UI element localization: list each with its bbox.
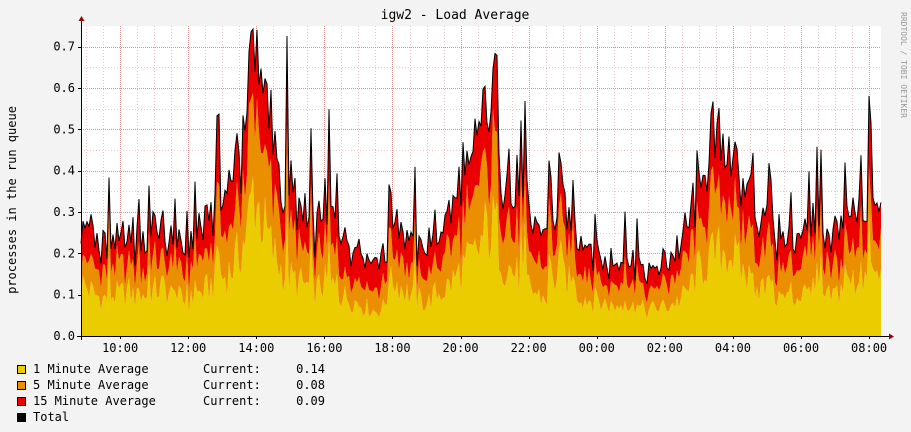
y-axis-label: processes in the run queue xyxy=(5,106,19,294)
x-tick-label: 02:00 xyxy=(647,341,683,355)
legend-item-total: Total xyxy=(17,409,325,425)
legend-current-label: Current: xyxy=(203,362,261,376)
legend-swatch-total xyxy=(17,412,26,422)
legend-current-value: 0.09 xyxy=(296,394,325,408)
y-tick-label: 0.7 xyxy=(53,40,75,54)
x-tick-label: 06:00 xyxy=(783,341,819,355)
legend-current-label: Current: xyxy=(203,378,261,392)
x-tick-label: 18:00 xyxy=(374,341,410,355)
legend: 1 Minute Average Current: 0.14 5 Minute … xyxy=(17,361,325,425)
legend-label: 5 Minute Average xyxy=(33,378,149,392)
x-tick-label: 12:00 xyxy=(170,341,206,355)
legend-current-value: 0.14 xyxy=(296,362,325,376)
legend-swatch-5min xyxy=(17,380,26,390)
x-tick-label: 16:00 xyxy=(306,341,342,355)
x-tick-label: 00:00 xyxy=(579,341,615,355)
y-tick-label: 0.0 xyxy=(53,329,75,343)
legend-item-15min: 15 Minute Average Current: 0.09 xyxy=(17,393,325,409)
y-tick-label: 0.1 xyxy=(53,288,75,302)
y-tick-label: 0.3 xyxy=(53,205,75,219)
legend-current-value: 0.08 xyxy=(296,378,325,392)
legend-label: Total xyxy=(33,410,70,424)
legend-current-label: Current: xyxy=(203,394,261,408)
legend-label: 15 Minute Average xyxy=(33,394,156,408)
legend-item-5min: 5 Minute Average Current: 0.08 xyxy=(17,377,325,393)
x-tick-label: 14:00 xyxy=(238,341,274,355)
legend-item-1min: 1 Minute Average Current: 0.14 xyxy=(17,361,325,377)
x-tick-label: 10:00 xyxy=(102,341,138,355)
legend-swatch-1min xyxy=(17,364,26,374)
x-tick-label: 20:00 xyxy=(443,341,479,355)
chart-title: igw2 - Load Average xyxy=(381,8,530,23)
legend-label: 1 Minute Average xyxy=(33,362,149,376)
rrdtool-watermark: RRDTOOL / TOBI OETIKER xyxy=(899,12,908,118)
x-tick-label: 08:00 xyxy=(851,341,887,355)
y-tick-label: 0.6 xyxy=(53,81,75,95)
x-tick-label: 04:00 xyxy=(715,341,751,355)
y-tick-label: 0.2 xyxy=(53,246,75,260)
y-tick-label: 0.5 xyxy=(53,122,75,136)
legend-swatch-15min xyxy=(17,396,26,406)
y-tick-label: 0.4 xyxy=(53,164,75,178)
x-tick-label: 22:00 xyxy=(511,341,547,355)
chart-image: 0.0 0.1 0.2 0.3 0.4 0.5 0.6 0.7 10:00 12:00 14:00… xyxy=(0,0,911,432)
